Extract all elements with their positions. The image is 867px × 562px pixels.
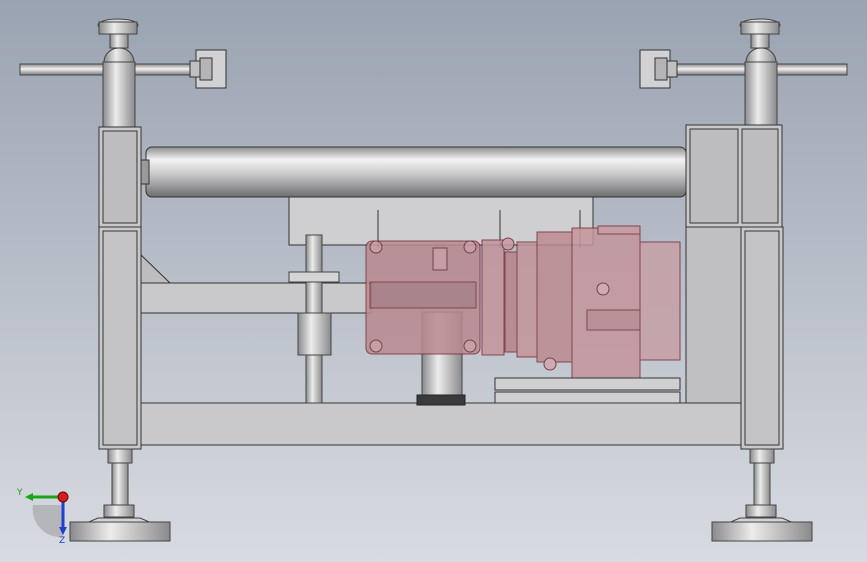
motor-base xyxy=(494,377,681,404)
y-axis-label: Y xyxy=(16,488,23,498)
bottom-crossbar xyxy=(140,402,742,446)
cad-viewport[interactable]: Y Z xyxy=(0,0,867,562)
x-axis-dot xyxy=(57,491,69,503)
roller[interactable] xyxy=(140,146,687,198)
middle-arm xyxy=(140,282,372,314)
assembly-drawing[interactable]: Y Z xyxy=(0,0,867,562)
z-axis-label: Z xyxy=(59,536,65,546)
